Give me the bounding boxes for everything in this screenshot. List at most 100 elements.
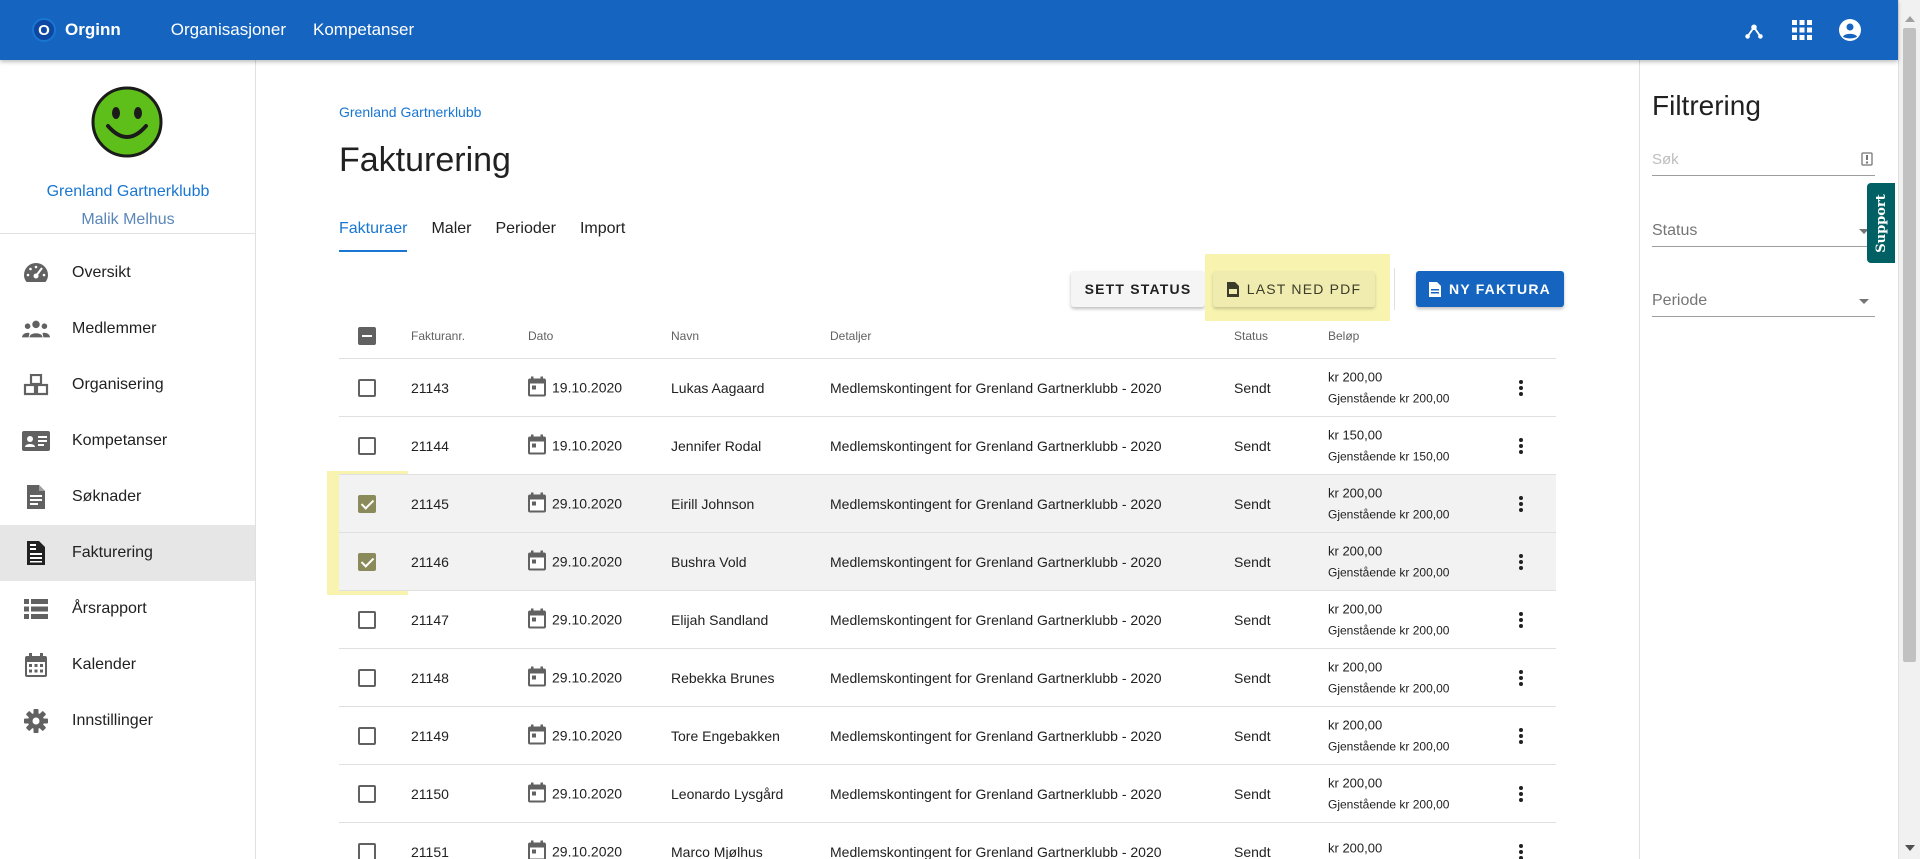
row-menu-button[interactable] [1509,378,1533,398]
sidebar-item-soknader[interactable]: Søknader [0,469,255,525]
row-checkbox[interactable] [358,494,376,513]
account-circle-icon[interactable] [1838,18,1862,42]
column-header-name[interactable]: Navn [671,329,699,343]
toolbar-divider [1394,268,1395,310]
invoice-name: Leonardo Lysgård [671,785,784,802]
sidebar-item-label: Organisering [72,376,164,393]
column-header-status[interactable]: Status [1234,329,1268,343]
date-wrap: 29.10.2020 [528,782,622,805]
breadcrumb[interactable]: Grenland Gartnerklubb [339,104,481,120]
search-input[interactable]: Søk [1652,144,1875,176]
row-checkbox[interactable] [358,610,376,629]
column-header-amount[interactable]: Beløp [1328,329,1359,343]
invoice-amount: kr 200,00 [1328,840,1382,859]
invoice-date-text: 29.10.2020 [552,611,623,628]
invoice-amount: kr 150,00 Gjenstående kr 150,00 [1328,427,1449,464]
sidebar-item-fakturering[interactable]: Fakturering [0,525,255,581]
sidebar-item-arsrapport[interactable]: Årsrapport [0,581,255,637]
invoice-status: Sendt [1234,379,1271,396]
sidebar-item-innstillinger[interactable]: Innstillinger [0,693,255,749]
checkbox-box [358,726,376,745]
amount-total: kr 200,00 [1328,775,1383,791]
row-menu-button[interactable] [1509,494,1533,514]
download-pdf-button[interactable]: Last ned PDF [1213,271,1375,307]
amount-total: kr 200,00 [1328,717,1383,733]
page-scrollbar[interactable] [1898,0,1920,859]
invoice-status: Sendt [1234,843,1271,859]
hub-icon[interactable] [1742,18,1766,42]
invoice-status: Sendt [1234,553,1271,570]
invoice-date: 29.10.2020 [528,782,622,805]
checkbox-box [358,610,376,629]
sidebar-item-organisering[interactable]: Organisering [0,357,255,413]
sidebar-org-name[interactable]: Grenland Gartnerklubb [0,183,256,201]
tab-maler[interactable]: Maler [431,218,471,252]
row-menu-button[interactable] [1509,552,1533,572]
calendar-icon [528,840,546,859]
nav-link-kompetanser[interactable]: Kompetanser [313,20,414,40]
sidebar-item-oversikt[interactable]: Oversikt [0,245,255,301]
set-status-button[interactable]: Sett status [1071,271,1205,307]
row-checkbox[interactable] [358,668,376,687]
table-row[interactable]: 21151 29.10.2020 Marco Mjølhus Medlemsko… [339,823,1556,859]
amount-total: kr 200,00 [1328,601,1383,617]
row-menu-button[interactable] [1509,842,1533,859]
period-select[interactable]: Periode [1652,285,1875,317]
invoice-status: Sendt [1234,785,1271,802]
checkbox-box [358,842,376,859]
invoice-details: Medlemskontingent for Grenland Gartnerkl… [830,843,1162,859]
row-checkbox[interactable] [358,726,376,745]
checkbox-box [358,552,376,571]
table-row[interactable]: 21145 29.10.2020 Eirill Johnson Medlemsk… [339,475,1556,533]
row-checkbox[interactable] [358,378,376,397]
row-menu-button[interactable] [1509,668,1533,688]
table-row[interactable]: 21147 29.10.2020 Elijah Sandland Medlems… [339,591,1556,649]
apps-grid-icon[interactable] [1790,18,1814,42]
column-header-nr[interactable]: Fakturanr. [411,329,465,343]
new-invoice-button[interactable]: Ny faktura [1416,271,1564,307]
invoice-details: Medlemskontingent for Grenland Gartnerkl… [830,437,1162,454]
status-label: Status [1652,221,1698,239]
table-row[interactable]: 21149 29.10.2020 Tore Engebakken Medlems… [339,707,1556,765]
row-menu-button[interactable] [1509,610,1533,630]
amount-remaining: Gjenstående kr 200,00 [1328,391,1450,406]
column-header-date[interactable]: Dato [528,329,553,343]
download-pdf-label: Last ned PDF [1246,281,1362,297]
invoice-table: Fakturanr. Dato Navn Detaljer Status Bel… [339,313,1556,859]
invoice-name: Eirill Johnson [671,495,755,512]
sidebar-item-medlemmer[interactable]: Medlemmer [0,301,255,357]
amount-total: kr 200,00 [1328,369,1383,385]
scroll-down-arrow-icon[interactable] [1905,845,1915,851]
tab-perioder[interactable]: Perioder [495,218,555,252]
row-checkbox[interactable] [358,784,376,803]
support-tab[interactable]: Support [1867,183,1895,263]
table-row[interactable]: 21146 29.10.2020 Bushra Vold Medlemskont… [339,533,1556,591]
row-checkbox[interactable] [358,552,376,571]
more-vert-icon [1509,842,1533,859]
table-row[interactable]: 21150 29.10.2020 Leonardo Lysgård Medlem… [339,765,1556,823]
sidebar-item-kalender[interactable]: Kalender [0,637,255,693]
table-row[interactable]: 21144 19.10.2020 Jennifer Rodal Medlemsk… [339,417,1556,475]
tab-fakturaer[interactable]: Fakturaer [339,218,408,252]
scroll-thumb[interactable] [1903,28,1916,662]
sidebar-item-kompetanser[interactable]: Kompetanser [0,413,255,469]
column-header-details[interactable]: Detaljer [830,329,871,343]
status-select[interactable]: Status [1652,215,1875,247]
nav-link-organisasjoner[interactable]: Organisasjoner [171,20,286,40]
row-menu-button[interactable] [1509,436,1533,456]
brand-home-link[interactable]: O Orginn [32,18,121,42]
row-menu-button[interactable] [1509,784,1533,804]
row-menu-button[interactable] [1509,726,1533,746]
select-all-checkbox[interactable] [358,326,376,345]
period-label: Periode [1652,291,1708,309]
row-checkbox[interactable] [358,842,376,859]
sidebar: Grenland Gartnerklubb Malik Melhus Overs… [0,60,256,859]
row-checkbox[interactable] [358,436,376,455]
more-vert-icon [1509,668,1533,688]
invoice-date: 19.10.2020 [528,434,622,457]
table-row[interactable]: 21143 19.10.2020 Lukas Aagaard Medlemsko… [339,359,1556,417]
amount-remaining: Gjenstående kr 200,00 [1328,565,1450,580]
tab-import[interactable]: Import [580,218,625,252]
table-row[interactable]: 21148 29.10.2020 Rebekka Brunes Medlemsk… [339,649,1556,707]
scroll-up-arrow-icon[interactable] [1905,16,1915,22]
